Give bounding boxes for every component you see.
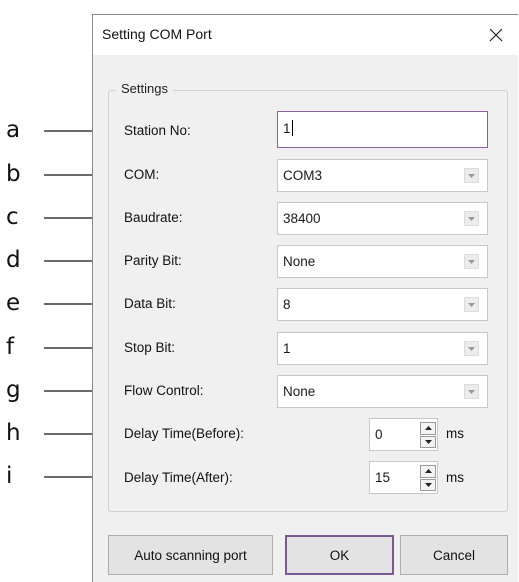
chevron-down-icon[interactable] bbox=[464, 341, 479, 356]
chevron-down-icon[interactable] bbox=[464, 168, 479, 183]
data-bit-label: Data Bit: bbox=[124, 296, 176, 311]
com-select[interactable]: COM3 bbox=[277, 159, 488, 192]
close-button[interactable] bbox=[474, 15, 518, 55]
title-bar[interactable]: Setting COM Port bbox=[93, 15, 518, 55]
delay-after-stepper bbox=[420, 465, 436, 491]
spin-down-icon[interactable] bbox=[420, 435, 436, 448]
stop-bit-label: Stop Bit: bbox=[124, 340, 176, 355]
cancel-button[interactable]: Cancel bbox=[400, 535, 508, 575]
baudrate-select[interactable]: 38400 bbox=[277, 202, 488, 235]
auto-scan-button[interactable]: Auto scanning port bbox=[108, 535, 273, 575]
settings-group-title: Settings bbox=[116, 81, 173, 96]
delay-before-label: Delay Time(Before): bbox=[124, 426, 245, 441]
chevron-down-icon[interactable] bbox=[464, 297, 479, 312]
chevron-down-icon[interactable] bbox=[464, 384, 479, 399]
parity-bit-select[interactable]: None bbox=[277, 245, 488, 278]
annotation-b: b bbox=[6, 161, 21, 187]
delay-before-spinbox[interactable]: 0 bbox=[369, 418, 438, 451]
baudrate-label: Baudrate: bbox=[124, 210, 183, 225]
stop-bit-value: 1 bbox=[283, 341, 291, 356]
delay-before-unit: ms bbox=[446, 426, 464, 441]
annotation-h: h bbox=[6, 420, 21, 446]
annotation-f: f bbox=[6, 334, 15, 360]
annotation-e: e bbox=[6, 290, 21, 316]
delay-after-unit: ms bbox=[446, 470, 464, 485]
station-no-label: Station No: bbox=[124, 123, 191, 138]
delay-after-spinbox[interactable]: 15 bbox=[369, 461, 438, 494]
annotation-g: g bbox=[6, 377, 21, 403]
text-caret bbox=[291, 120, 293, 136]
delay-after-value: 15 bbox=[375, 470, 391, 485]
station-no-input[interactable]: 1 bbox=[277, 111, 488, 148]
annotation-a: a bbox=[6, 117, 21, 143]
annotation-d: d bbox=[6, 247, 21, 273]
stop-bit-select[interactable]: 1 bbox=[277, 332, 488, 365]
baudrate-value: 38400 bbox=[283, 211, 321, 226]
flow-control-label: Flow Control: bbox=[124, 383, 204, 398]
parity-bit-value: None bbox=[283, 254, 316, 269]
close-icon bbox=[489, 28, 503, 42]
delay-after-label: Delay Time(After): bbox=[124, 470, 233, 485]
chevron-down-icon[interactable] bbox=[464, 254, 479, 269]
delay-before-value: 0 bbox=[375, 427, 383, 442]
spin-up-icon[interactable] bbox=[420, 465, 436, 478]
com-port-dialog: Setting COM Port Settings Station No: 1 … bbox=[92, 14, 518, 582]
com-value: COM3 bbox=[283, 168, 323, 183]
delay-before-stepper bbox=[420, 422, 436, 448]
annotation-c: c bbox=[6, 204, 19, 230]
ok-button[interactable]: OK bbox=[285, 535, 394, 575]
station-no-value: 1 bbox=[283, 121, 291, 136]
com-label: COM: bbox=[124, 167, 160, 182]
chevron-down-icon[interactable] bbox=[464, 211, 479, 226]
annotation-i: i bbox=[6, 463, 13, 489]
dialog-title: Setting COM Port bbox=[102, 26, 212, 42]
parity-bit-label: Parity Bit: bbox=[124, 253, 182, 268]
data-bit-select[interactable]: 8 bbox=[277, 288, 488, 321]
spin-down-icon[interactable] bbox=[420, 478, 436, 491]
data-bit-value: 8 bbox=[283, 297, 291, 312]
spin-up-icon[interactable] bbox=[420, 422, 436, 435]
flow-control-select[interactable]: None bbox=[277, 375, 488, 408]
flow-control-value: None bbox=[283, 384, 316, 399]
